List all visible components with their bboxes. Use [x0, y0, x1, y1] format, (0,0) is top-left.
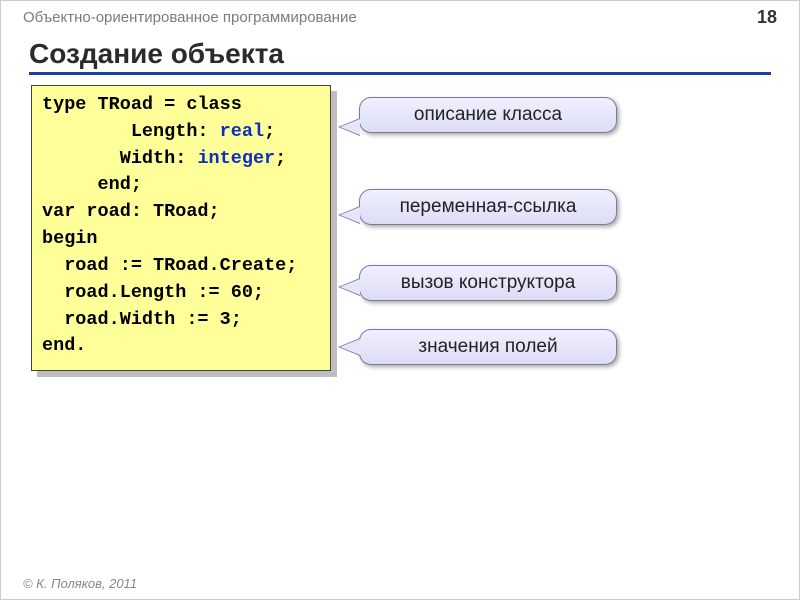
code-box: type TRoad = class Length: real; Width: …: [31, 85, 331, 371]
code-text: road := TRoad.Create;: [42, 255, 297, 276]
callout-label: описание класса: [414, 104, 562, 125]
slide-title: Создание объекта: [29, 38, 771, 75]
code-text: ;: [264, 121, 275, 142]
code-kw: begin: [42, 228, 98, 249]
code-text: ;: [275, 148, 286, 169]
callout-reference-variable: переменная-ссылка: [359, 189, 617, 225]
code-text: road.Length := 60;: [42, 282, 264, 303]
callout-label: вызов конструктора: [401, 272, 576, 293]
code-text: road.Width := 3;: [42, 309, 242, 330]
title-block: Создание объекта: [1, 32, 799, 75]
code-type: integer: [197, 148, 275, 169]
code-kw: var: [42, 201, 75, 222]
code-text: TRoad =: [86, 94, 186, 115]
code-kw: end.: [42, 335, 86, 356]
code-type: real: [220, 121, 264, 142]
callout-label: значения полей: [418, 336, 557, 357]
code-text: Length:: [42, 121, 220, 142]
code-text: road: TRoad;: [75, 201, 219, 222]
code-text: Width:: [42, 148, 197, 169]
code-kw: end;: [42, 174, 142, 195]
code-kw: type: [42, 94, 86, 115]
course-label: Объектно-ориентированное программировани…: [23, 9, 357, 26]
code-kw: class: [186, 94, 242, 115]
callout-label: переменная-ссылка: [400, 196, 577, 217]
callout-field-values: значения полей: [359, 329, 617, 365]
header-bar: Объектно-ориентированное программировани…: [1, 1, 799, 32]
footer-copyright: © К. Поляков, 2011: [23, 576, 137, 591]
callout-class-description: описание класса: [359, 97, 617, 133]
callout-constructor-call: вызов конструктора: [359, 265, 617, 301]
page-number: 18: [757, 7, 777, 28]
